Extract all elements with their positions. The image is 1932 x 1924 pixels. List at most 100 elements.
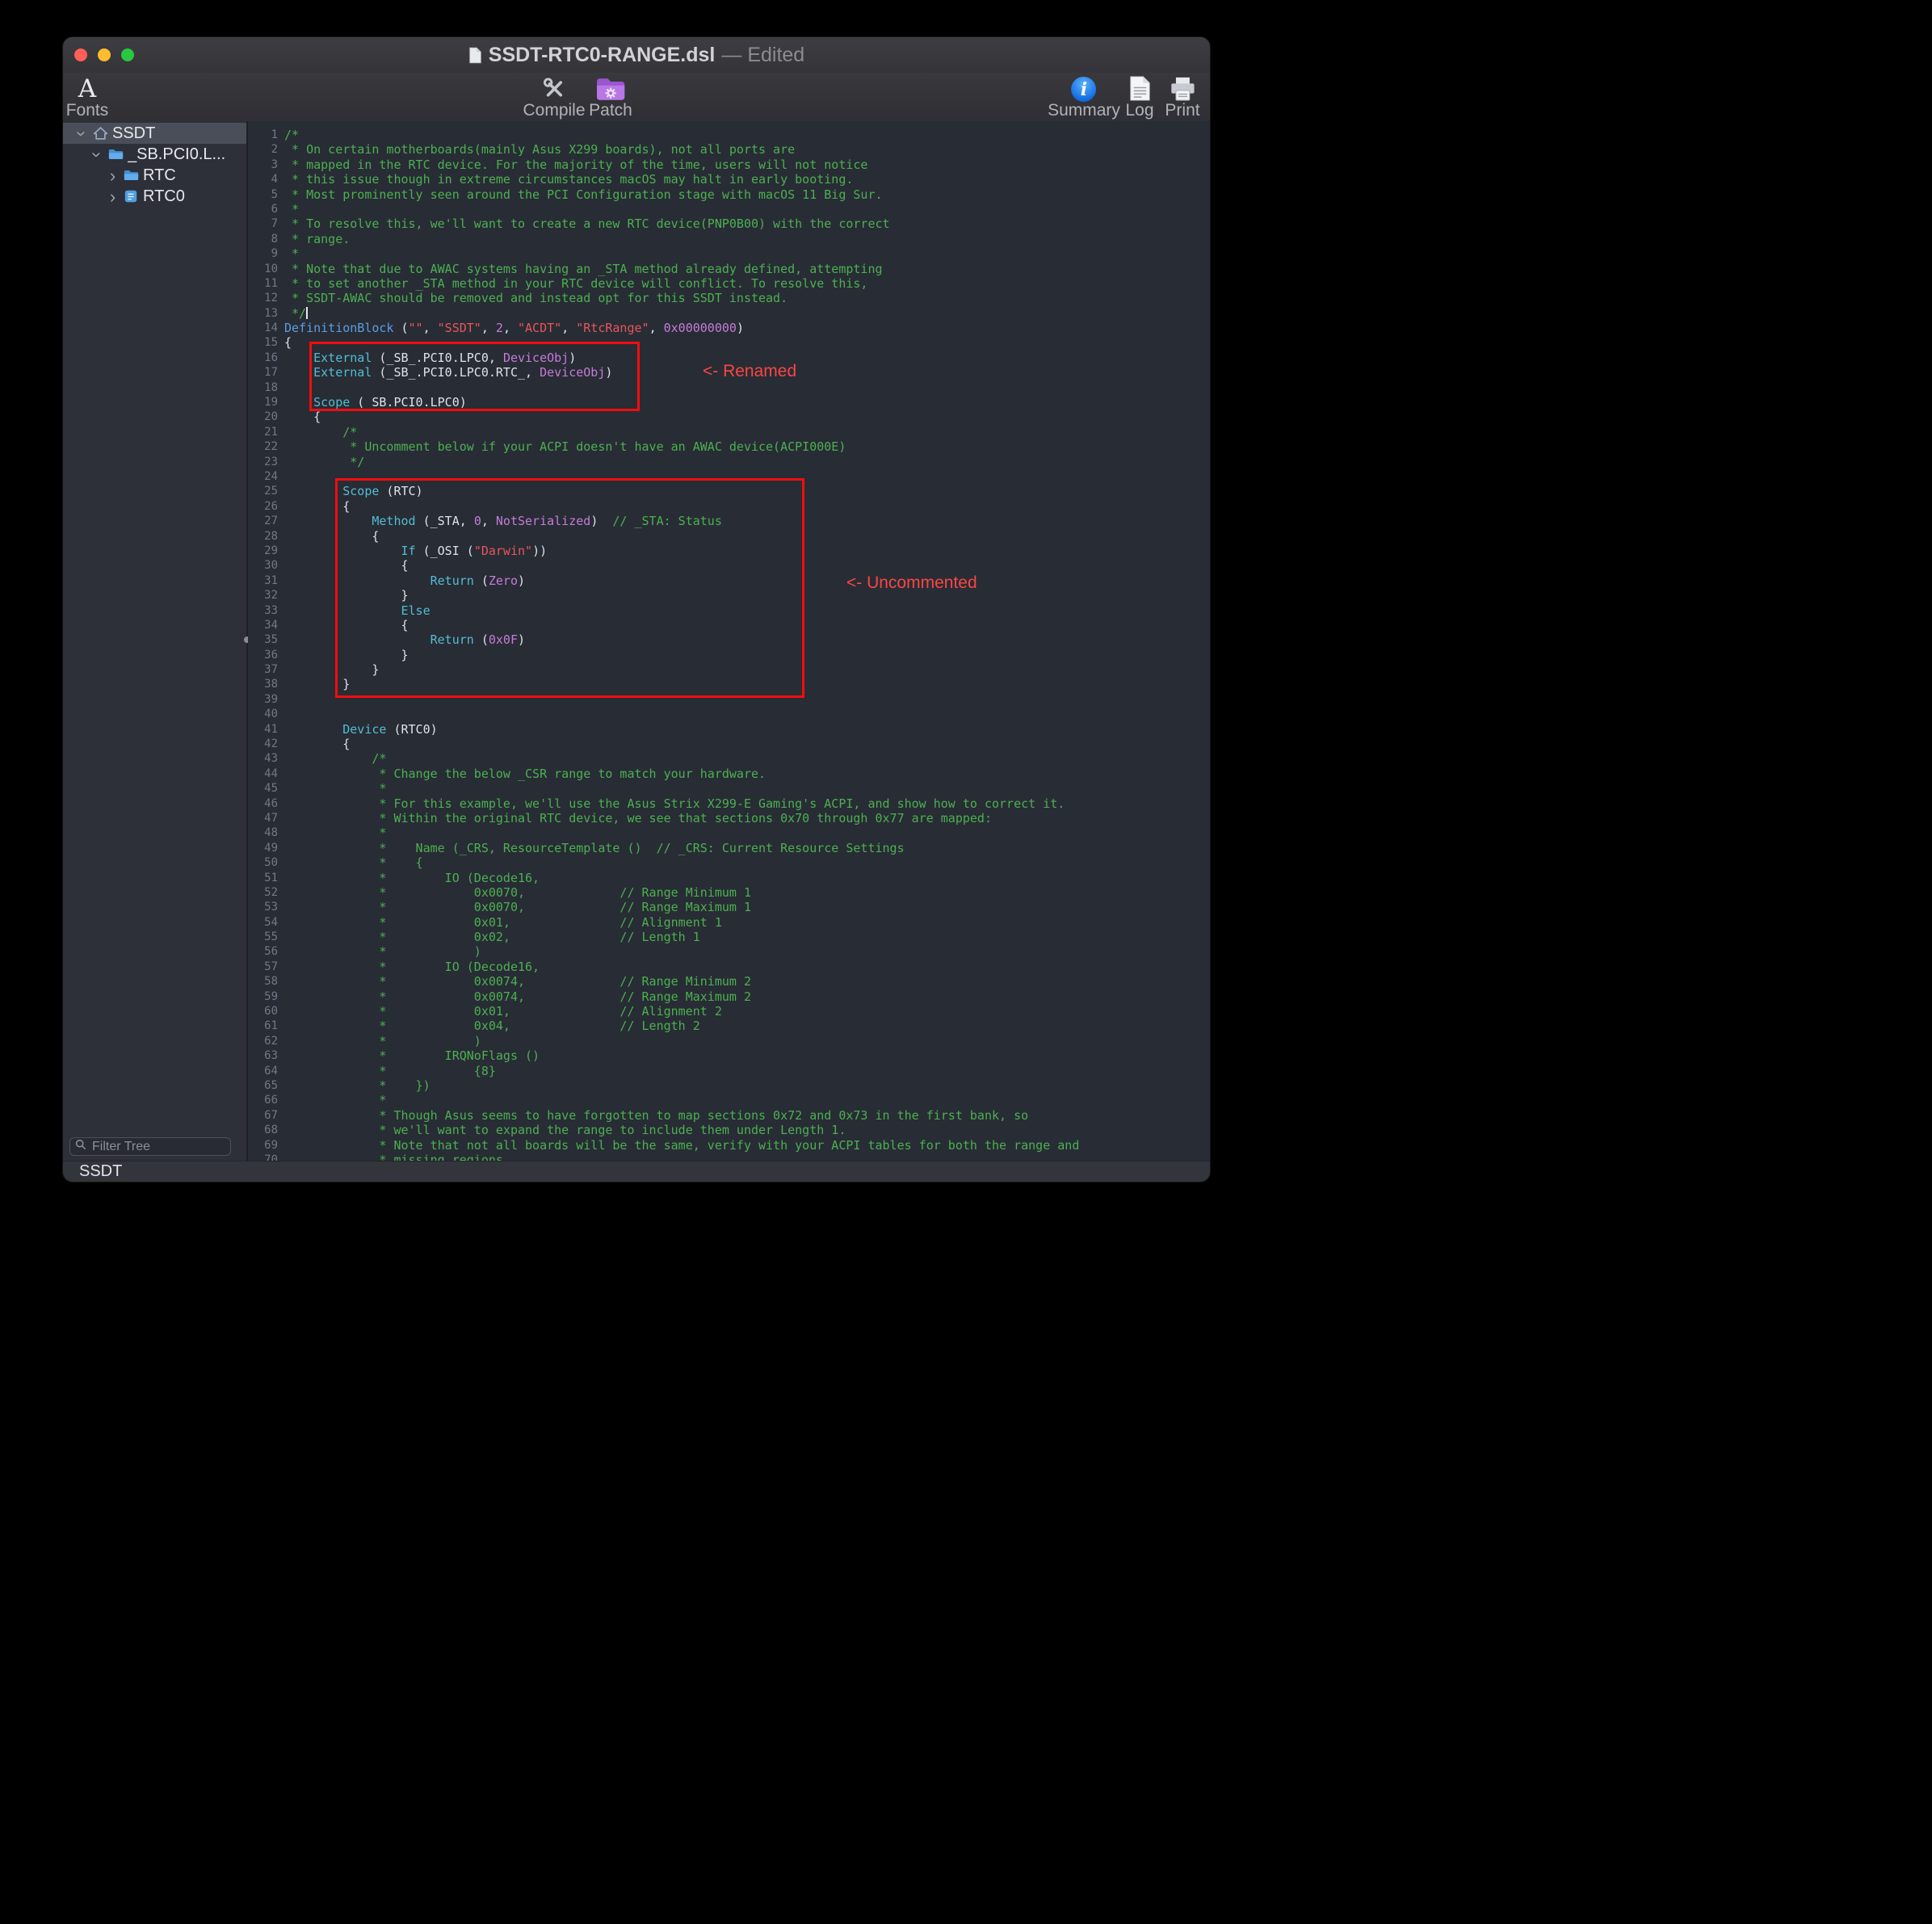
code-line: { bbox=[284, 737, 1210, 751]
search-icon bbox=[75, 1139, 86, 1154]
code-line: * we'll want to expand the range to incl… bbox=[284, 1123, 1210, 1137]
summary-button[interactable]: i Summary bbox=[1048, 75, 1120, 119]
sidebar-item-rtc0[interactable]: ›RTC0 bbox=[63, 186, 246, 207]
line-number: 29 bbox=[248, 544, 278, 558]
code-line: * Change the below _CSR range to match y… bbox=[284, 767, 1210, 781]
line-number: 60 bbox=[248, 1004, 278, 1019]
print-icon bbox=[1169, 75, 1196, 102]
code-line: { bbox=[284, 529, 1210, 544]
code-line: * Though Asus seems to have forgotten to… bbox=[284, 1108, 1210, 1123]
line-number: 1 bbox=[248, 128, 278, 142]
line-number: 26 bbox=[248, 499, 278, 514]
code-editor[interactable]: 1234567891011121314151617181920212223242… bbox=[248, 121, 1210, 1161]
chevron-right-icon[interactable]: › bbox=[107, 170, 119, 182]
sidebar-item-ssdt[interactable]: › SSDT bbox=[63, 123, 246, 144]
line-number: 50 bbox=[248, 855, 278, 870]
line-number: 12 bbox=[248, 291, 278, 305]
patch-folder-icon bbox=[595, 75, 626, 102]
line-number: 65 bbox=[248, 1078, 278, 1093]
toolbar: A Fonts Compile bbox=[63, 73, 1210, 122]
line-number: 27 bbox=[248, 514, 278, 528]
code-line: Scope (_SB.PCI0.LPC0) bbox=[284, 395, 1210, 410]
filter-tree-field[interactable] bbox=[69, 1137, 231, 1156]
code-line: * 0x0074, // Range Minimum 2 bbox=[284, 974, 1210, 989]
code-line: /* bbox=[284, 425, 1210, 439]
sidebar-item-rtc[interactable]: › RTC bbox=[63, 165, 246, 186]
code-line: { bbox=[284, 558, 1210, 573]
code-line: External (_SB_.PCI0.LPC0.RTC_, DeviceObj… bbox=[284, 365, 1210, 380]
code-line: { bbox=[284, 499, 1210, 514]
summary-info-icon: i bbox=[1071, 75, 1096, 102]
line-number: 53 bbox=[248, 900, 278, 914]
code-lines: /* * On certain motherboards(mainly Asus… bbox=[284, 128, 1210, 1161]
code-line: } bbox=[284, 677, 1210, 691]
home-icon bbox=[92, 126, 108, 141]
line-number: 17 bbox=[248, 365, 278, 380]
code-line: Return (Zero) bbox=[284, 573, 1210, 588]
sidebar-item-label: RTC bbox=[143, 166, 176, 185]
patch-button[interactable]: Patch bbox=[589, 75, 632, 119]
sidebar-item-label: SSDT bbox=[112, 124, 155, 143]
log-button[interactable]: Log bbox=[1125, 75, 1153, 119]
main-content: ›SSDT›_SB.PCI0.L...›RTC›RTC0 12345678910… bbox=[63, 121, 1210, 1161]
fonts-icon: A bbox=[78, 75, 96, 102]
line-number: 54 bbox=[248, 915, 278, 930]
line-number: 55 bbox=[248, 930, 278, 944]
code-line: /* bbox=[284, 751, 1210, 766]
code-line: Method (_STA, 0, NotSerialized) // _STA:… bbox=[284, 514, 1210, 528]
code-line: * 0x0070, // Range Minimum 1 bbox=[284, 885, 1210, 900]
code-line: * to set another _STA method in your RTC… bbox=[284, 276, 1210, 291]
code-line: /* bbox=[284, 128, 1210, 142]
code-line: * Within the original RTC device, we see… bbox=[284, 811, 1210, 825]
line-number: 34 bbox=[248, 618, 278, 632]
compile-button[interactable]: Compile bbox=[523, 75, 585, 119]
folder-icon bbox=[123, 169, 139, 182]
chevron-right-icon[interactable]: › bbox=[107, 191, 119, 203]
line-number: 51 bbox=[248, 871, 278, 885]
line-number: 6 bbox=[248, 202, 278, 216]
titlebar[interactable]: SSDT-RTC0-RANGE.dsl — Edited bbox=[63, 37, 1210, 74]
line-number: 16 bbox=[248, 351, 278, 365]
window-title: SSDT-RTC0-RANGE.dsl — Edited bbox=[63, 37, 1210, 73]
line-number: 18 bbox=[248, 380, 278, 395]
code-line: * missing regions. bbox=[284, 1153, 1210, 1161]
filter-tree-input[interactable] bbox=[90, 1139, 225, 1155]
code-line: DefinitionBlock ("", "SSDT", 2, "ACDT", … bbox=[284, 321, 1210, 335]
code-line bbox=[284, 469, 1210, 484]
patch-label: Patch bbox=[589, 103, 632, 119]
line-number: 36 bbox=[248, 648, 278, 662]
code-line: Return (0x0F) bbox=[284, 632, 1210, 647]
line-number: 39 bbox=[248, 692, 278, 707]
line-number: 62 bbox=[248, 1034, 278, 1048]
code-line: If (_OSI ("Darwin")) bbox=[284, 544, 1210, 558]
sidebar-item-sb-pci0-l[interactable]: ›_SB.PCI0.L... bbox=[63, 144, 246, 165]
line-number: 13 bbox=[248, 306, 278, 321]
code-line: { bbox=[284, 410, 1210, 424]
line-number: 52 bbox=[248, 885, 278, 900]
summary-label: Summary bbox=[1048, 103, 1120, 119]
print-button[interactable]: Print bbox=[1165, 75, 1199, 119]
line-number: 46 bbox=[248, 796, 278, 811]
line-number: 7 bbox=[248, 216, 278, 231]
code-line: * Note that due to AWAC systems having a… bbox=[284, 262, 1210, 276]
code-line: { bbox=[284, 335, 1210, 350]
line-number: 5 bbox=[248, 187, 278, 202]
line-number: 56 bbox=[248, 944, 278, 959]
code-line bbox=[284, 380, 1210, 395]
chevron-down-icon[interactable]: › bbox=[76, 128, 88, 140]
line-number: 19 bbox=[248, 395, 278, 410]
code-line: Device (RTC0) bbox=[284, 722, 1210, 737]
line-number: 31 bbox=[248, 573, 278, 588]
line-number: 11 bbox=[248, 276, 278, 291]
code-line: * IRQNoFlags () bbox=[284, 1048, 1210, 1063]
line-number: 38 bbox=[248, 677, 278, 691]
code-line: * Note that not all boards will be the s… bbox=[284, 1138, 1210, 1153]
line-number: 2 bbox=[248, 142, 278, 157]
fonts-button[interactable]: A Fonts bbox=[66, 75, 109, 119]
line-number: 3 bbox=[248, 158, 278, 172]
line-number: 48 bbox=[248, 825, 278, 840]
line-number: 67 bbox=[248, 1108, 278, 1123]
line-number: 49 bbox=[248, 841, 278, 855]
chevron-down-icon[interactable]: › bbox=[91, 149, 103, 161]
window-title-edited: — Edited bbox=[721, 44, 804, 67]
